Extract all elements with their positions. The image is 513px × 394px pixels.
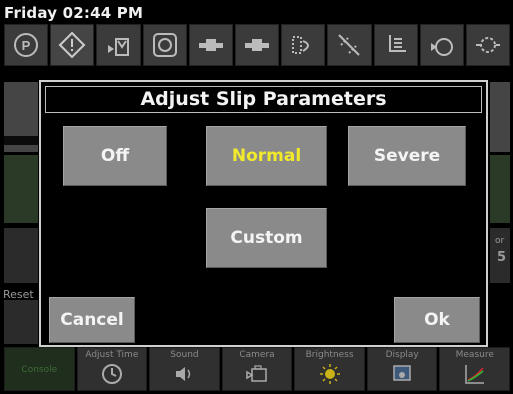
flow-icon-button[interactable] xyxy=(281,24,326,66)
gauge-icon xyxy=(152,33,177,57)
graph-icon xyxy=(465,365,484,384)
background-panel-left-low xyxy=(4,228,38,283)
park-brake-icon: P xyxy=(14,33,39,57)
display-label: Display xyxy=(385,350,419,360)
park-brake-icon-button[interactable]: P xyxy=(4,24,49,66)
console-button[interactable]: Console xyxy=(4,347,75,391)
rear-view-icon xyxy=(430,38,453,56)
adjust-slip-dialog: Adjust Slip Parameters Off Normal Severe… xyxy=(39,80,488,347)
adjust-time-label: Adjust Time xyxy=(85,350,139,360)
slip-icon-button[interactable] xyxy=(327,24,372,66)
hydraulic-valve-2-icon-button[interactable] xyxy=(234,24,280,66)
hydraulic-valve-icon-button[interactable] xyxy=(188,24,233,66)
normal-button[interactable]: Normal xyxy=(206,126,327,186)
hitch-lower-icon-button[interactable] xyxy=(373,24,418,66)
clock-display: Friday 02:44 PM xyxy=(4,4,144,22)
brightness-label: Brightness xyxy=(305,350,354,360)
background-strip-left xyxy=(4,136,38,145)
background-panel-right-top xyxy=(490,82,510,152)
dialog-title: Adjust Slip Parameters xyxy=(45,86,482,113)
rear-view-icon-button[interactable] xyxy=(419,24,464,66)
sound-label: Sound xyxy=(170,350,199,360)
background-panel-left-bottom xyxy=(4,300,38,344)
camera-icon xyxy=(246,365,267,382)
svg-text:P: P xyxy=(22,38,31,53)
clock-icon xyxy=(101,364,122,384)
bottom-toolbar: Console Adjust Time Sound Camera Brightn… xyxy=(4,347,511,391)
side-value: 5 xyxy=(497,250,507,265)
sound-button[interactable]: Sound xyxy=(149,347,220,391)
sun-icon xyxy=(319,364,340,384)
console-label: Console xyxy=(21,365,58,375)
adjust-time-button[interactable]: Adjust Time xyxy=(76,347,148,391)
ok-button[interactable]: Ok xyxy=(394,297,480,343)
gauge-icon-button[interactable] xyxy=(142,24,187,66)
speaker-icon xyxy=(176,367,191,381)
engine-hitch-icon xyxy=(108,38,130,56)
engine-hitch-icon-button[interactable] xyxy=(96,24,141,66)
display-button[interactable]: Display xyxy=(366,347,438,391)
pto-icon-button[interactable] xyxy=(465,24,511,66)
side-label-or: or xyxy=(495,236,505,246)
slip-icon xyxy=(338,34,361,56)
warning-icon xyxy=(58,31,86,59)
hitch-lower-icon xyxy=(388,35,406,52)
background-panel-right-mid xyxy=(490,155,510,223)
top-icon-bar: P xyxy=(4,24,511,68)
pto-icon xyxy=(475,37,500,53)
measure-label: Measure xyxy=(455,350,494,360)
hydraulic-valve-icon xyxy=(198,39,223,51)
camera-label: Camera xyxy=(239,350,275,360)
measure-button[interactable]: Measure xyxy=(439,347,511,391)
off-button[interactable]: Off xyxy=(63,126,167,186)
background-panel-left-mid xyxy=(4,155,38,223)
warning-icon-button[interactable] xyxy=(50,24,95,66)
flow-icon xyxy=(292,36,310,54)
custom-button[interactable]: Custom xyxy=(206,208,327,268)
camera-button[interactable]: Camera xyxy=(221,347,293,391)
display-icon xyxy=(393,365,411,381)
cancel-button[interactable]: Cancel xyxy=(49,297,135,343)
severe-button[interactable]: Severe xyxy=(348,126,466,186)
hydraulic-valve-2-icon xyxy=(245,39,270,51)
brightness-button[interactable]: Brightness xyxy=(294,347,365,391)
